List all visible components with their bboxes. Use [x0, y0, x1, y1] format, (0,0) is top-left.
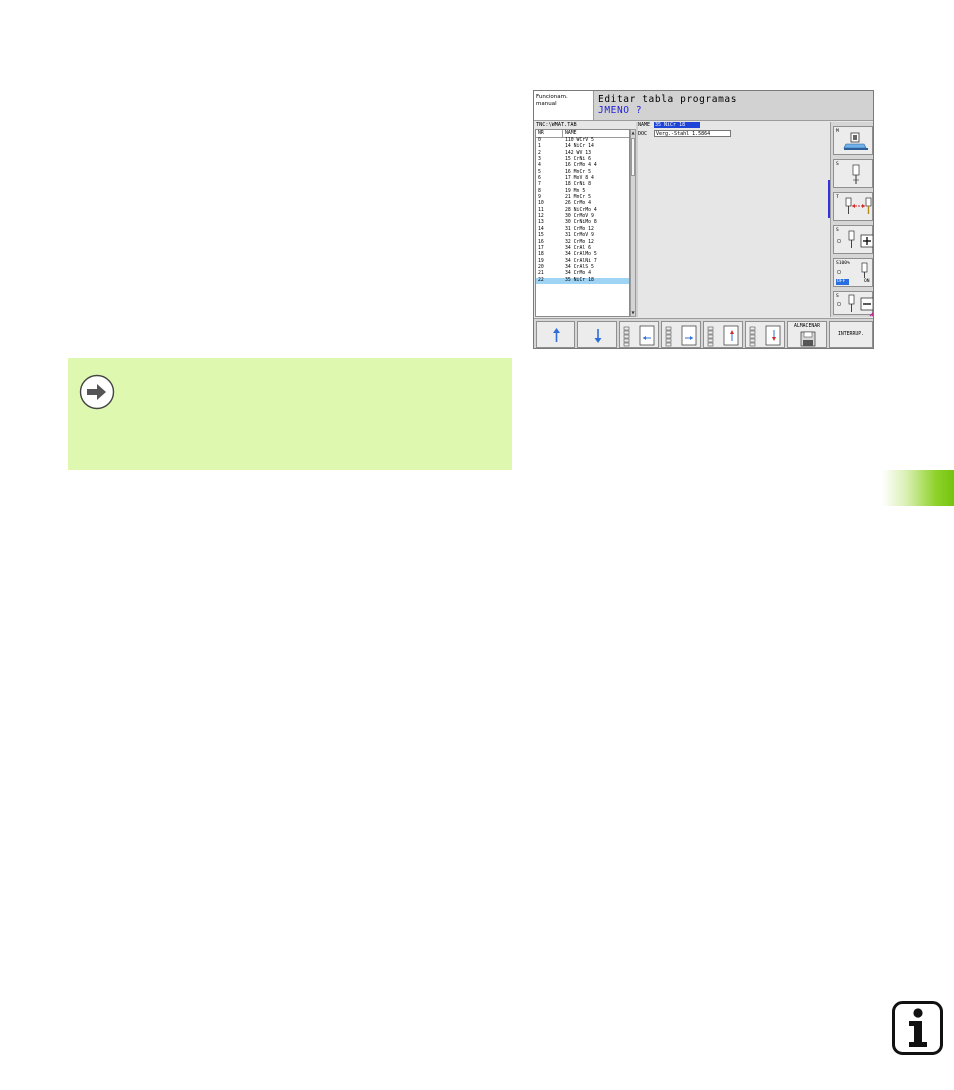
table-row[interactable]: 22 35 NiCr 18: [536, 277, 629, 284]
table-end-icon: [665, 325, 697, 347]
cnc-screen: Funcionam. manual Editar tabla programas…: [533, 90, 874, 349]
softkey-page-up[interactable]: [536, 321, 575, 348]
screen-prompt: JMENO ?: [598, 105, 643, 116]
table-body: 0 110 WCrV 5 1 14 NiCr 14 2 142 WV 13 3 15 CrNi…: [536, 138, 629, 284]
softkey-end[interactable]: [661, 321, 701, 348]
mode-line-2: manual: [536, 101, 557, 107]
scrollbar-thumb[interactable]: [631, 138, 635, 176]
softkey-page-down[interactable]: [577, 321, 617, 348]
softkey-page-icon: [869, 312, 873, 317]
bottom-softkey-bar: ALMACENAR INTERRUP.: [534, 318, 873, 348]
name-row: NAME 35 NiCr 18: [638, 122, 700, 128]
softkey-s-spindle[interactable]: S: [833, 159, 873, 188]
screen-header: Funcionam. manual Editar tabla programas…: [534, 91, 873, 121]
page-up-icon: [707, 325, 739, 347]
doc-label: DOC: [638, 130, 648, 137]
softkey-m-function[interactable]: M: [833, 126, 873, 155]
cell-nr: 22: [538, 277, 544, 283]
softkey-save[interactable]: ALMACENAR: [787, 321, 827, 348]
doc-field[interactable]: Verg.-Stahl 1.5864: [654, 130, 731, 137]
mode-indicator: Funcionam. manual: [534, 91, 594, 120]
down-arrow-icon: [594, 329, 602, 343]
scroll-up-icon[interactable]: ▲: [631, 130, 635, 136]
softkey-spindle-override[interactable]: S100% OFF ON: [833, 258, 873, 287]
table-header: NR NAME: [536, 130, 629, 138]
floppy-disk-icon: [800, 331, 816, 347]
doc-row: DOC Verg.-Stahl 1.5864: [638, 130, 731, 137]
chapter-tab: [882, 470, 954, 506]
scroll-down-icon[interactable]: ▼: [631, 310, 635, 316]
side-softkey-bar: M S T S S100% OFF ON S: [830, 122, 873, 317]
mode-line-1: Funcionam.: [536, 94, 568, 100]
note-box: [68, 358, 512, 470]
spindle-tool-icon: [852, 164, 860, 184]
column-header-name: NAME: [565, 131, 577, 136]
override-off-label: OFF: [837, 279, 846, 284]
tool-change-icon: [845, 197, 872, 214]
softkey-t-tool-change[interactable]: T: [833, 192, 873, 221]
info-icon: [892, 1001, 943, 1055]
interrupt-label: INTERRUP.: [838, 332, 864, 337]
softkey-spindle-minus[interactable]: S: [833, 291, 873, 315]
up-arrow-icon: [553, 328, 560, 342]
softkey-page-next[interactable]: [745, 321, 785, 348]
softkey-page-prev[interactable]: [703, 321, 743, 348]
override-on-label: ON: [864, 279, 870, 284]
softkey-end-interrupt[interactable]: INTERRUP.: [829, 321, 873, 348]
material-table: NR NAME 0 110 WCrV 5 1 14 NiCr 14 2 142 WV 13…: [535, 129, 630, 317]
coolant-icon: [843, 132, 868, 150]
cell-name: 35 NiCr 18: [565, 277, 594, 283]
name-field[interactable]: 35 NiCr 18: [654, 122, 700, 128]
page-down-icon: [749, 325, 781, 347]
arrow-right-circle-icon: [79, 374, 115, 410]
spindle-minus-icon: [836, 294, 873, 312]
record-form: NAME 35 NiCr 18 DOC Verg.-Stahl 1.5864: [638, 122, 828, 317]
file-path: TNC:\WMAT.TAB: [536, 122, 577, 128]
column-header-nr: NR: [536, 130, 563, 137]
softkey-begin[interactable]: [619, 321, 659, 348]
spindle-plus-icon: [836, 230, 873, 248]
name-label: NAME: [638, 122, 651, 128]
table-begin-icon: [623, 325, 655, 347]
softkey-spindle-plus[interactable]: S: [833, 225, 873, 254]
screen-title: Editar tabla programas: [598, 94, 738, 105]
